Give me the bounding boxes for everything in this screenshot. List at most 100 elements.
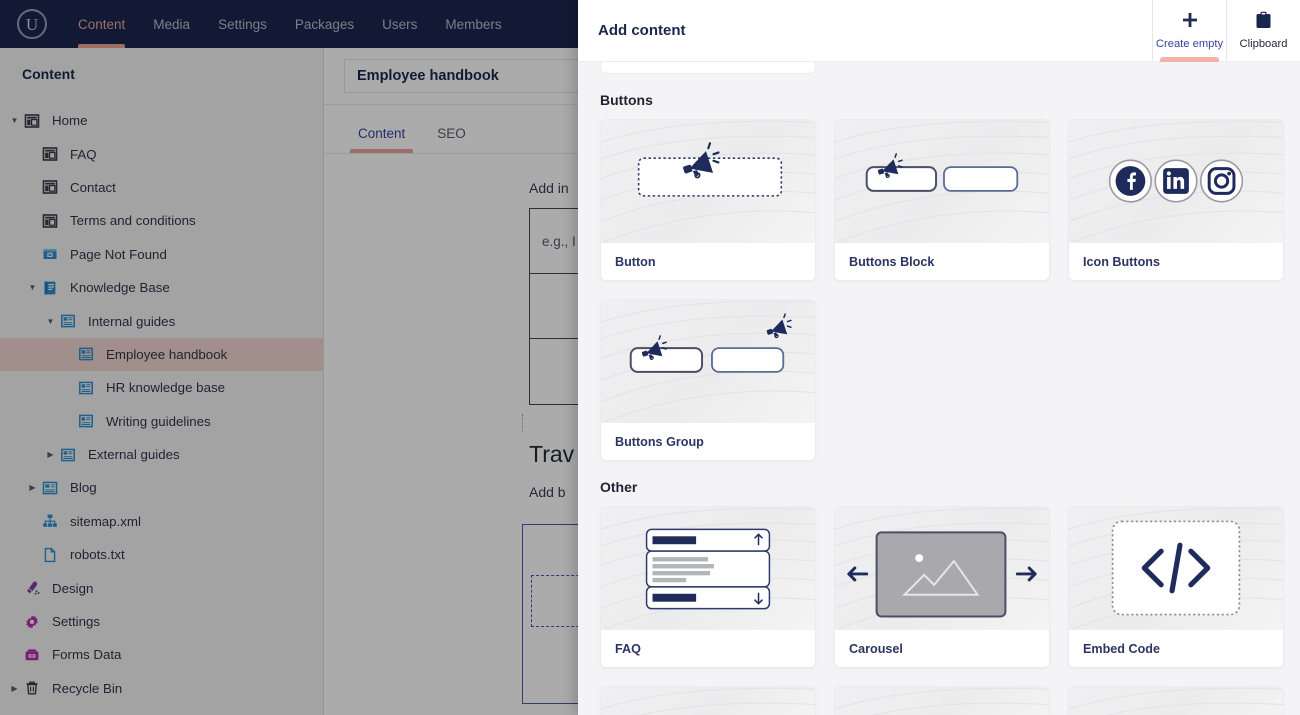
tree-item-label: Forms Data: [52, 647, 122, 663]
content-type-card-label: Embed Code: [1069, 630, 1283, 667]
tree-item-label: sitemap.xml: [70, 513, 141, 529]
tree-item-label: Blog: [70, 480, 97, 496]
nav-item-media[interactable]: Media: [139, 0, 204, 48]
tree-item-design[interactable]: ▼Design: [0, 571, 323, 604]
content-type-card-button[interactable]: Button: [600, 119, 816, 281]
nav-item-packages[interactable]: Packages: [281, 0, 368, 48]
tree-item-forms-data[interactable]: ▼Forms Data: [0, 638, 323, 671]
tree-item-writing-guidelines[interactable]: ▼Writing guidelines: [0, 405, 323, 438]
overlay-title: Add content: [598, 22, 686, 39]
chevron-down-icon[interactable]: ▼: [44, 305, 57, 338]
tree-item-terms-and-conditions[interactable]: ▼Terms and conditions: [0, 204, 323, 237]
content-type-card-label: Icon Buttons: [1069, 243, 1283, 280]
tree-item-label: External guides: [88, 447, 180, 463]
tab-content[interactable]: Content: [342, 126, 421, 153]
tree-item-blog[interactable]: ▶ Blog: [0, 471, 323, 504]
content-type-card-faq[interactable]: FAQ: [600, 506, 816, 668]
content-type-card-embed-code[interactable]: Embed Code: [1068, 506, 1284, 668]
document-layout-icon: [39, 146, 61, 162]
nav-item-content[interactable]: Content: [64, 0, 139, 48]
partial-card-below[interactable]: [1068, 686, 1284, 715]
chevron-down-icon[interactable]: ▼: [8, 104, 21, 137]
content-type-card-label: Button: [601, 243, 815, 280]
tree-item-robots-txt[interactable]: ▼robots.txt: [0, 538, 323, 571]
nav-item-members[interactable]: Members: [431, 0, 515, 48]
content-type-card-buttons-block[interactable]: Buttons Block: [834, 119, 1050, 281]
content-type-card-label: Buttons Block: [835, 243, 1049, 280]
tree-item-hr-knowledge-base[interactable]: ▼HR knowledge base: [0, 371, 323, 404]
content-type-card-label: Carousel: [835, 630, 1049, 667]
nav-item-users[interactable]: Users: [368, 0, 431, 48]
tree-item-label: Home: [52, 113, 88, 129]
tree-item-home[interactable]: ▼ Home: [0, 104, 323, 137]
document-layout-icon: [21, 113, 43, 129]
nav-item-settings[interactable]: Settings: [204, 0, 281, 48]
article-icon: [57, 313, 79, 329]
create-empty-button[interactable]: Create empty: [1152, 0, 1226, 62]
forms-icon: [21, 647, 43, 663]
tree-item-label: Contact: [70, 179, 116, 195]
megaphone-dotted-bar-icon: [601, 120, 815, 243]
content-tree-panel: Content ▼Home▼FAQ▼Contact▼Terms and cond…: [0, 48, 324, 715]
partial-card-above[interactable]: [600, 62, 816, 74]
tree-item-sitemap-xml[interactable]: ▼sitemap.xml: [0, 505, 323, 538]
card-thumbnail: [835, 687, 1049, 715]
tree-item-contact[interactable]: ▼Contact: [0, 171, 323, 204]
create-empty-label: Create empty: [1155, 38, 1224, 50]
tree-item-page-not-found[interactable]: ▼Page Not Found: [0, 238, 323, 271]
nav-item-label: Content: [78, 16, 126, 32]
sitemap-icon: [39, 513, 61, 529]
tree-item-label: Knowledge Base: [70, 280, 170, 296]
tab-label: Content: [358, 126, 406, 141]
content-type-card-label: Buttons Group: [601, 423, 815, 460]
content-type-card-label: FAQ: [601, 630, 815, 667]
tree-item-settings[interactable]: ▼Settings: [0, 605, 323, 638]
gear-icon: [21, 614, 43, 630]
nav-item-label: Members: [445, 16, 502, 32]
tree-item-recycle-bin[interactable]: ▶ Recycle Bin: [0, 672, 323, 705]
tree-item-faq[interactable]: ▼FAQ: [0, 137, 323, 170]
brush-icon: [21, 580, 43, 596]
plus-icon: [1181, 11, 1199, 34]
code-brackets-icon: [1069, 507, 1283, 630]
content-type-card-icon-buttons[interactable]: Icon Buttons: [1068, 119, 1284, 281]
content-type-card-carousel[interactable]: Carousel: [834, 506, 1050, 668]
chevron-right-icon[interactable]: ▶: [26, 471, 39, 504]
chevron-right-icon[interactable]: ▶: [44, 438, 57, 471]
article-icon: [75, 380, 97, 396]
nav-item-label: Settings: [218, 16, 267, 32]
tab-seo[interactable]: SEO: [421, 126, 482, 153]
partial-card-below[interactable]: [834, 686, 1050, 715]
chevron-down-icon[interactable]: ▼: [26, 271, 39, 304]
tree-panel-title: Content: [22, 66, 75, 82]
tree-item-label: Design: [52, 580, 94, 596]
social-circles-icon: [1069, 120, 1283, 243]
tree-item-label: Writing guidelines: [106, 413, 211, 429]
chevron-right-icon[interactable]: ▶: [8, 672, 21, 705]
add-content-overlay: Add content Create empty Clipboard Butto…: [578, 0, 1300, 715]
partial-card-below[interactable]: [600, 686, 816, 715]
app-root: U Content Media Settings Packages Users …: [0, 0, 1300, 715]
content-type-sections: Buttons Button Buttons Block Icon Buttons Bu…: [600, 92, 1284, 715]
content-type-grid: FAQ Carousel Embed Code: [600, 506, 1284, 668]
overlay-scroll-area[interactable]: Buttons Button Buttons Block Icon Buttons Bu…: [578, 62, 1300, 715]
nav-item-label: Users: [382, 16, 418, 32]
tree-item-external-guides[interactable]: ▶ External guides: [0, 438, 323, 471]
tree-item-label: FAQ: [70, 146, 97, 162]
card-thumbnail: [1069, 687, 1283, 715]
card-thumbnail: [601, 687, 815, 715]
tree-item-knowledge-base[interactable]: ▼ Knowledge Base: [0, 271, 323, 304]
content-type-card-buttons-group[interactable]: Buttons Group: [600, 299, 816, 461]
nav-item-label: Media: [153, 16, 191, 32]
article-icon: [75, 346, 97, 362]
tree-item-label: Recycle Bin: [52, 680, 123, 696]
tree-item-internal-guides[interactable]: ▼ Internal guides: [0, 304, 323, 337]
content-type-grid: Button Buttons Block Icon Buttons Buttons G…: [600, 119, 1284, 461]
buttons-group-megaphone-icon: [601, 300, 815, 423]
book-icon: [39, 280, 61, 296]
tree-item-label: Page Not Found: [70, 246, 167, 262]
section-title: Buttons: [600, 92, 653, 108]
umbraco-logo-icon[interactable]: U: [0, 9, 64, 39]
clipboard-button[interactable]: Clipboard: [1226, 0, 1300, 61]
tree-item-employee-handbook[interactable]: ▼Employee handbook: [0, 337, 323, 372]
